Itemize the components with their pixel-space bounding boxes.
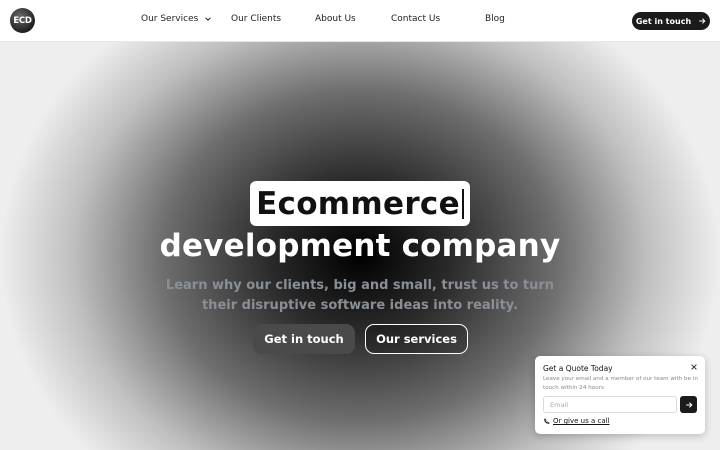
phone-icon: [544, 418, 550, 424]
hero-our-services-button[interactable]: Our services: [365, 324, 468, 354]
quote-description: Leave your email and a member of our tea…: [543, 376, 698, 391]
close-icon[interactable]: [690, 363, 698, 371]
nav-our-services-label: Our Services: [141, 14, 199, 24]
email-field[interactable]: [543, 396, 677, 413]
arrow-right-icon: [699, 18, 706, 24]
arrow-right-icon: [685, 401, 693, 408]
quote-title: Get a Quote Today: [543, 364, 613, 373]
header-get-in-touch-button[interactable]: Get in touch: [632, 12, 710, 30]
text-cursor: [461, 188, 464, 219]
hero-get-in-touch-button[interactable]: Get in touch: [253, 324, 355, 354]
chevron-down-icon: [205, 17, 212, 21]
site-header: ECD Our Services Our Clients About Us Co…: [0, 0, 720, 42]
nav-about-us[interactable]: About Us: [315, 14, 356, 24]
header-cta-label: Get in touch: [635, 16, 692, 26]
nav-blog[interactable]: Blog: [485, 14, 505, 24]
logo-text: ECD: [13, 15, 32, 26]
call-us-label: Or give us a call: [553, 417, 610, 425]
call-us-link[interactable]: Or give us a call: [543, 417, 610, 425]
typed-word: Ecommerce: [256, 185, 460, 222]
nav-our-services[interactable]: Our Services: [141, 14, 212, 24]
nav-contact-us[interactable]: Contact Us: [391, 14, 440, 24]
typed-word-box: Ecommerce: [250, 181, 470, 226]
quote-submit-button[interactable]: [680, 396, 697, 413]
quote-widget: Get a Quote Today Leave your email and a…: [535, 356, 705, 434]
logo[interactable]: ECD: [10, 8, 35, 33]
hero-title: development company: [159, 228, 561, 264]
nav-our-clients[interactable]: Our Clients: [231, 14, 281, 24]
hero-subtitle: Learn why our clients, big and small, tr…: [165, 278, 555, 313]
